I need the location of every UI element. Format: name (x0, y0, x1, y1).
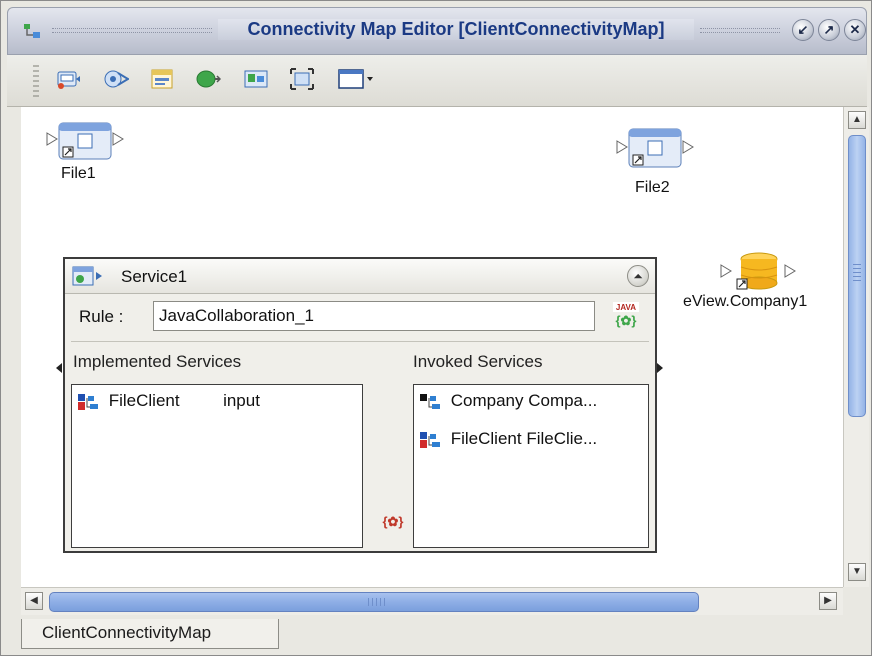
vertical-scrollbar[interactable]: ▲ ▼ (843, 107, 869, 587)
services-panel: Implemented Services Invoked Services Fi… (71, 341, 649, 548)
title-bar[interactable]: Connectivity Map Editor [ClientConnectiv… (7, 7, 867, 55)
window-dropdown-icon (338, 69, 373, 89)
invoked-services-title: Invoked Services (413, 352, 543, 371)
tab-client-connectivity-map[interactable]: ClientConnectivityMap (21, 619, 279, 649)
editor-window: Connectivity Map Editor [ClientConnectiv… (0, 0, 872, 656)
database-icon (720, 252, 796, 290)
service-client-locked-icon (78, 393, 98, 410)
file2-node[interactable]: File2 (613, 125, 703, 199)
maximize-icon: ↗ (823, 22, 835, 37)
add-connector-icon (104, 70, 130, 88)
minimize-button[interactable]: ↙ (792, 19, 814, 41)
service-icon (72, 266, 102, 286)
node-label: eView.Company1 (683, 293, 808, 310)
title-grip-right (700, 28, 780, 33)
node-label: File2 (635, 179, 670, 196)
view-image-button[interactable] (243, 67, 269, 91)
rule-label: Rule : (79, 307, 124, 326)
java-collaboration-icon[interactable]: JAVA {✿} (611, 301, 641, 331)
window-dropdown-button[interactable] (337, 67, 377, 91)
file-external-icon (616, 128, 694, 168)
list-item[interactable]: FileClient input (76, 391, 260, 415)
thumb-grip (853, 264, 861, 284)
add-file-button[interactable] (55, 67, 81, 91)
connectivity-canvas[interactable]: File1 File2 eView.Company1 Service1 ⏶ Ru… (21, 107, 843, 587)
implemented-services-list[interactable]: FileClient input (71, 384, 363, 548)
tab-strip: ClientConnectivityMap (21, 615, 867, 651)
add-adapter-button[interactable] (195, 67, 222, 91)
eview-company1-node[interactable]: eView.Company1 (681, 249, 841, 319)
horizontal-scrollbar[interactable]: ◀ ▶ (21, 587, 843, 615)
add-adapter-icon (196, 70, 222, 88)
add-connector-button[interactable] (103, 67, 130, 91)
service-header[interactable]: Service1 ⏶ (65, 259, 655, 294)
thumb-grip (368, 598, 388, 606)
svg-text:{✿}: {✿} (615, 313, 636, 328)
invoked-service-text: Company Compa... (450, 391, 598, 410)
toolbar (7, 55, 867, 107)
service-client-locked-icon (420, 431, 440, 448)
invoked-services-list[interactable]: Company Compa... FileClient FileClie... (413, 384, 649, 548)
list-item[interactable]: FileClient FileClie... (418, 429, 597, 453)
scroll-down-button[interactable]: ▼ (848, 563, 866, 581)
add-service-icon (151, 69, 173, 89)
window-title: Connectivity Map Editor [ClientConnectiv… (218, 19, 694, 40)
service-output-handle[interactable] (657, 363, 663, 373)
scroll-left-button[interactable]: ◀ (25, 592, 43, 610)
rule-field[interactable]: JavaCollaboration_1 (153, 301, 595, 331)
scroll-up-button[interactable]: ▲ (848, 111, 866, 129)
add-file-icon (57, 71, 80, 89)
file-external-icon (46, 122, 124, 160)
service-input-handle[interactable] (56, 363, 62, 373)
service-title: Service1 (121, 267, 188, 286)
close-button[interactable]: ✕ (844, 19, 866, 41)
arrow-left-icon: ◀ (30, 595, 38, 606)
node-label: File1 (61, 165, 96, 182)
chevron-up-icon: ⏶ (633, 269, 643, 283)
service1-box[interactable]: Service1 ⏶ Rule : JavaCollaboration_1 JA… (63, 257, 657, 553)
vertical-scroll-thumb[interactable] (848, 135, 866, 417)
svg-text:{✿}: {✿} (382, 514, 403, 529)
maximize-button[interactable]: ↗ (818, 19, 840, 41)
arrow-down-icon: ▼ (852, 566, 862, 577)
connectivity-map-icon (24, 24, 40, 38)
service-client-icon (420, 393, 440, 409)
horizontal-scroll-thumb[interactable] (49, 592, 699, 612)
arrow-up-icon: ▲ (852, 114, 862, 125)
svg-text:JAVA: JAVA (616, 303, 636, 312)
implemented-services-title: Implemented Services (73, 352, 242, 371)
scroll-right-button[interactable]: ▶ (819, 592, 837, 610)
file1-node[interactable]: File1 (43, 119, 133, 182)
view-image-icon (244, 70, 268, 88)
close-icon: ✕ (849, 22, 861, 37)
fit-view-button[interactable] (289, 67, 315, 91)
service-type: input (223, 391, 260, 410)
toolbar-grip[interactable] (33, 65, 39, 97)
collaboration-connector-icon: {✿} (382, 514, 403, 529)
invoked-service-text: FileClient FileClie... (450, 429, 598, 448)
collapse-button[interactable]: ⏶ (627, 265, 649, 287)
arrow-right-icon: ▶ (824, 595, 832, 606)
minimize-icon: ↙ (797, 22, 809, 37)
title-grip-left (52, 28, 212, 33)
add-service-button[interactable] (149, 67, 175, 91)
service-name: FileClient (108, 391, 180, 410)
fit-view-icon (290, 68, 314, 90)
list-item[interactable]: Company Compa... (418, 391, 597, 415)
